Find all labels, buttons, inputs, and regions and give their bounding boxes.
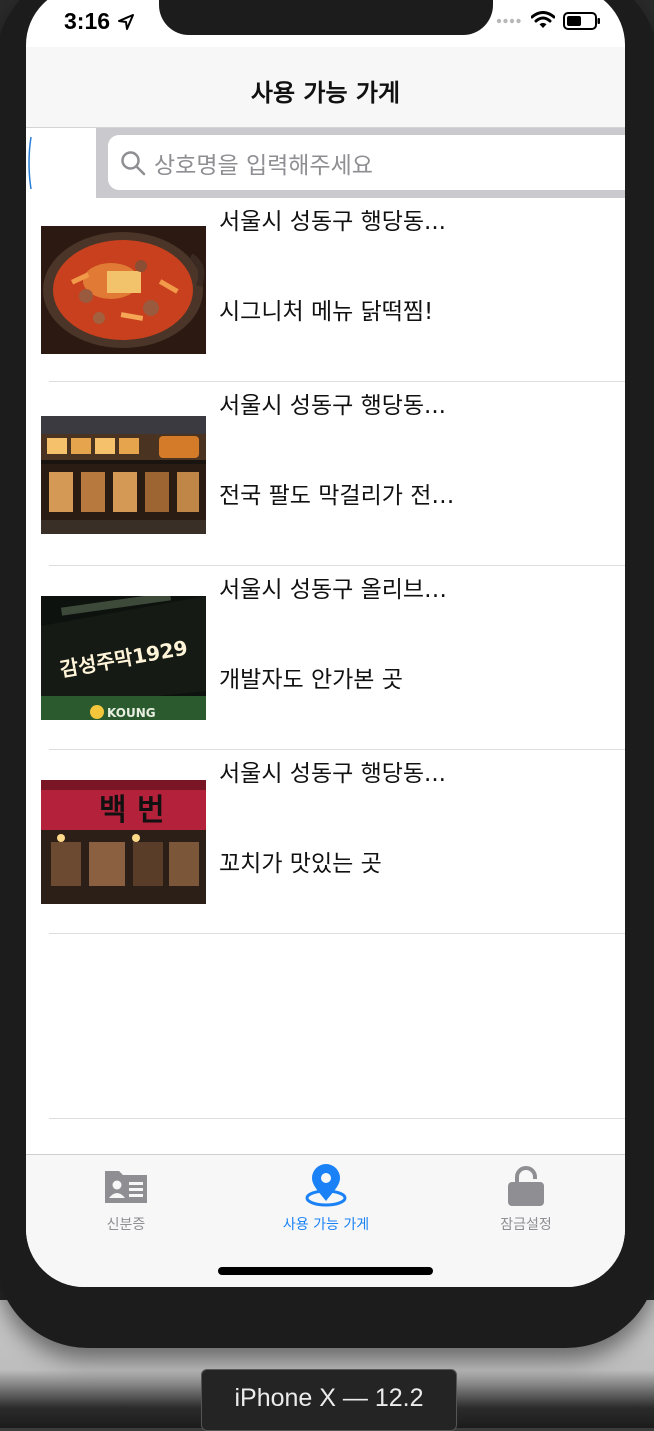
location-arrow-icon: [118, 14, 134, 30]
wifi-icon: [531, 11, 555, 28]
search-input[interactable]: 상호명을 입력해주세요: [108, 135, 625, 190]
unlock-icon: [508, 1166, 544, 1206]
tab-label: 잠금설정: [500, 1217, 552, 1233]
row-divider: [49, 1118, 625, 1119]
page-title: 사용 가능 가게: [250, 79, 401, 107]
device-label-text: iPhone X — 12.2: [234, 1384, 424, 1412]
store-address: 서울시 성동구 행당동...: [219, 761, 446, 787]
navigation-bar: 사용 가능 가게: [26, 47, 625, 128]
tab-available-stores[interactable]: 사용 가능 가게: [226, 1155, 426, 1245]
battery-icon: [563, 12, 600, 30]
store-row[interactable]: 서울시 성동구 행당동... 시그니처 메뉴 닭떡찜!: [26, 198, 625, 382]
app-screen: 3:16 사용 가능 가게 상호명을 입력해주세요 서울시 성동구 행당동...…: [26, 0, 625, 1287]
tab-label: 사용 가능 가게: [282, 1217, 370, 1233]
store-address: 서울시 성동구 올리브…: [219, 577, 448, 603]
id-card-icon: [105, 1171, 147, 1203]
store-address: 서울시 성동구 행당동...: [219, 393, 446, 419]
tab-id-card[interactable]: 신분증: [26, 1155, 226, 1245]
device-notch: [159, 0, 493, 35]
search-placeholder: 상호명을 입력해주세요: [154, 153, 373, 179]
back-edge-indicator: [28, 136, 32, 190]
search-bar: 상호명을 입력해주세요: [96, 128, 625, 198]
store-thumbnail: [41, 226, 206, 354]
store-thumbnail: [41, 416, 206, 534]
store-description: 시그니처 메뉴 닭떡찜!: [219, 299, 434, 325]
signal-dots-icon: [496, 18, 521, 24]
status-time: 3:16: [64, 8, 111, 34]
store-row[interactable]: 백 번 서울시 성동구 행당동... 꼬치가 맛있는 곳: [26, 750, 625, 934]
store-description: 개발자도 안가본 곳: [219, 667, 403, 693]
store-address: 서울시 성동구 행당동...: [219, 209, 446, 235]
location-pin-icon: [305, 1164, 347, 1207]
store-description: 꼬치가 맛있는 곳: [219, 851, 382, 877]
row-divider: [49, 933, 625, 934]
tab-label: 신분증: [106, 1217, 146, 1233]
home-indicator[interactable]: [218, 1267, 433, 1275]
store-description: 전국 팔도 막걸리가 전…: [219, 483, 455, 509]
store-row[interactable]: 서울시 성동구 행당동... 전국 팔도 막걸리가 전…: [26, 382, 625, 566]
store-row[interactable]: 감성주막1929 KOUNG 서울시 성동구 올리브… 개발자도 안가본 곳: [26, 566, 625, 750]
device-frame: 3:16 사용 가능 가게 상호명을 입력해주세요 서울시 성동구 행당동...…: [0, 0, 654, 1348]
tab-lock-settings[interactable]: 잠금설정: [426, 1155, 625, 1245]
store-thumbnail: 감성주막1929 KOUNG: [41, 596, 206, 720]
search-icon: [121, 151, 146, 176]
neon-sign-subtext: KOUNG: [107, 706, 156, 720]
store-thumbnail: 백 번: [41, 780, 206, 904]
red-sign-text: 백 번: [99, 793, 165, 828]
simulator-device-label: iPhone X — 12.2: [201, 1369, 457, 1431]
